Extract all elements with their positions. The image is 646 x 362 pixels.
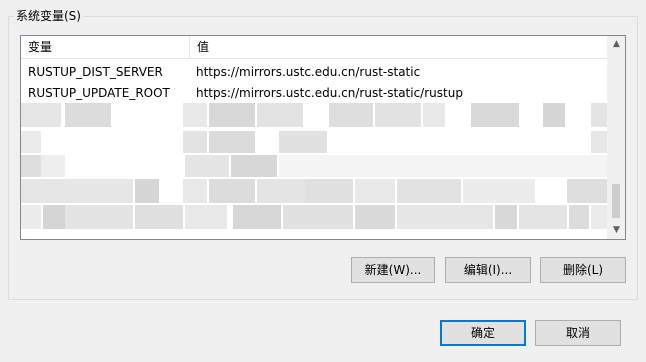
cancel-button[interactable]: 取消 — [535, 320, 621, 346]
new-button[interactable]: 新建(W)... — [351, 257, 435, 283]
list-header: 变量 值 — [21, 36, 608, 59]
edit-button[interactable]: 编辑(I)... — [445, 257, 531, 283]
column-header-value[interactable]: 值 — [190, 36, 610, 58]
delete-button[interactable]: 删除(L) — [540, 257, 626, 283]
system-variables-list[interactable]: 变量 值 RUSTUP_DIST_SERVER https://mirrors.… — [20, 35, 626, 240]
chevron-up-icon[interactable]: ▲ — [608, 36, 625, 53]
scrollbar-thumb[interactable] — [612, 184, 620, 218]
ok-button[interactable]: 确定 — [440, 320, 526, 346]
chevron-down-icon[interactable]: ▼ — [608, 222, 625, 239]
vertical-scrollbar[interactable]: ▲ ▼ — [607, 36, 625, 239]
group-title: 系统变量(S) — [14, 8, 83, 24]
column-header-variable[interactable]: 变量 — [21, 36, 190, 58]
obscured-rows — [21, 101, 611, 239]
variable-value: https://mirrors.ustc.edu.cn/rust-static — [196, 65, 421, 79]
variable-name: RUSTUP_DIST_SERVER — [28, 65, 163, 79]
table-row[interactable]: RUSTUP_DIST_SERVER https://mirrors.ustc.… — [21, 62, 608, 83]
